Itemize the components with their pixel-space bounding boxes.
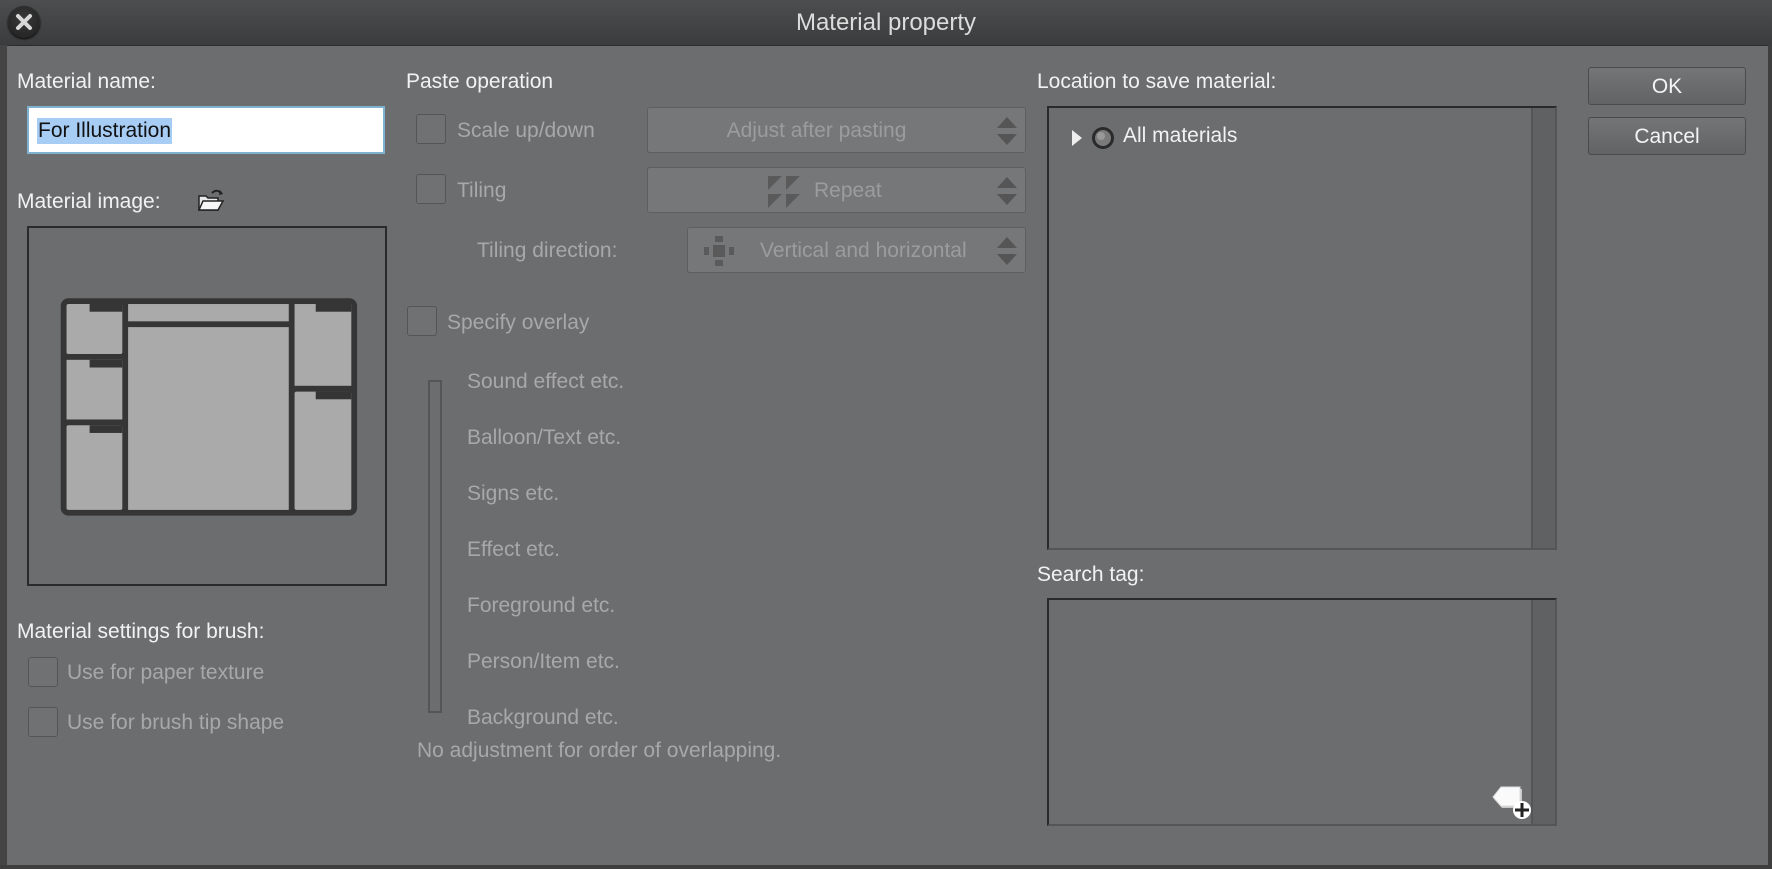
- open-image-button[interactable]: [197, 187, 225, 218]
- overlay-layer-item: Sound effect etc.: [467, 370, 625, 393]
- location-label: Location to save material:: [1037, 70, 1277, 93]
- tiling-checkbox[interactable]: [416, 174, 446, 204]
- material-name-label: Material name:: [17, 70, 156, 93]
- tiling-label: Tiling: [457, 179, 507, 202]
- brush-tip-label: Use for brush tip shape: [67, 711, 285, 734]
- title-bar[interactable]: Material property: [0, 0, 1772, 46]
- window-title: Material property: [795, 9, 977, 36]
- paper-texture-checkbox[interactable]: [28, 657, 58, 687]
- material-name-input[interactable]: For Illustration: [27, 106, 385, 154]
- overlay-layer-item: Background etc.: [467, 706, 619, 729]
- tree-item-label: All materials: [1123, 124, 1238, 147]
- layout-thumbnail-icon: [60, 298, 358, 516]
- overlay-layer-item: Effect etc.: [467, 538, 560, 561]
- material-name-value: For Illustration: [37, 118, 173, 144]
- window-frame-right: [1768, 45, 1772, 869]
- tiling-direction-value: Vertical and horizontal: [760, 239, 967, 262]
- overlay-status-text: No adjustment for order of overlapping.: [417, 739, 782, 762]
- spinner-arrows-icon: [997, 177, 1017, 205]
- search-tag-list[interactable]: [1047, 598, 1557, 826]
- spinner-arrows-icon: [997, 117, 1017, 145]
- overlay-layer-item: Balloon/Text etc.: [467, 426, 622, 449]
- material-image-label: Material image:: [17, 190, 161, 213]
- overlay-layer-item: Foreground etc.: [467, 594, 616, 617]
- specify-overlay-label: Specify overlay: [447, 311, 590, 334]
- paste-operation-label: Paste operation: [406, 70, 554, 93]
- repeat-icon: [768, 176, 800, 208]
- folder-open-icon: [197, 189, 225, 211]
- overlay-layer-item: Person/Item etc.: [467, 650, 620, 673]
- search-tag-label: Search tag:: [1037, 563, 1145, 586]
- tiling-dropdown-value: Repeat: [814, 179, 882, 202]
- window-frame-left: [0, 45, 7, 869]
- material-property-dialog: Material property Material name: For Ill…: [0, 0, 1772, 869]
- expand-arrow-icon[interactable]: [1071, 129, 1083, 147]
- search-tag-scrollbar[interactable]: [1531, 600, 1555, 824]
- location-scrollbar[interactable]: [1531, 108, 1555, 548]
- tiling-direction-label: Tiling direction:: [477, 239, 618, 262]
- overlay-layer-item: Signs etc.: [467, 482, 560, 505]
- specify-overlay-checkbox[interactable]: [407, 306, 437, 336]
- material-image-preview[interactable]: [27, 226, 387, 586]
- scale-checkbox[interactable]: [416, 114, 446, 144]
- scale-label: Scale up/down: [457, 119, 595, 142]
- cancel-button[interactable]: Cancel: [1588, 117, 1746, 155]
- add-tag-icon[interactable]: [1492, 786, 1532, 822]
- paper-texture-label: Use for paper texture: [67, 661, 265, 684]
- window-frame-bottom: [0, 865, 1772, 869]
- scale-dropdown-value: Adjust after pasting: [726, 119, 907, 142]
- spinner-arrows-icon: [997, 237, 1017, 265]
- brush-tip-checkbox[interactable]: [28, 707, 58, 737]
- vertical-horizontal-icon: [704, 236, 734, 266]
- location-tree[interactable]: All materials: [1047, 106, 1557, 550]
- brush-settings-label: Material settings for brush:: [17, 620, 265, 643]
- overlay-slider[interactable]: [428, 380, 442, 713]
- tiling-dropdown[interactable]: Repeat: [647, 167, 1026, 213]
- scale-dropdown[interactable]: Adjust after pasting: [647, 107, 1026, 153]
- ok-button[interactable]: OK: [1588, 67, 1746, 105]
- folder-node-icon: [1092, 127, 1114, 149]
- tiling-direction-dropdown[interactable]: Vertical and horizontal: [687, 227, 1026, 273]
